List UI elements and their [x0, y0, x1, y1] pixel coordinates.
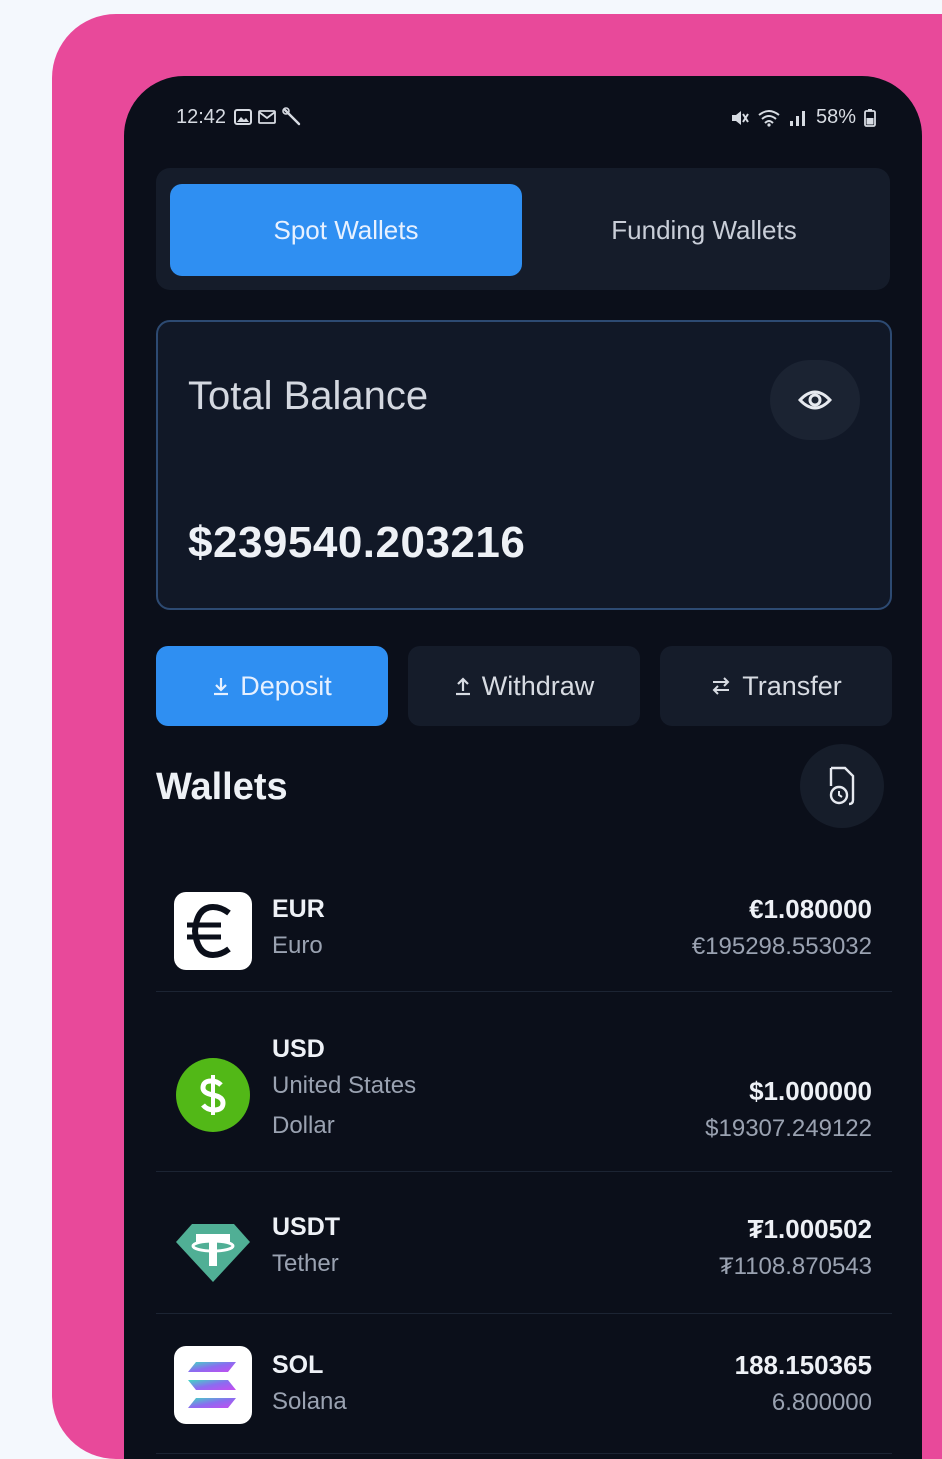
solana-icon [174, 1346, 252, 1424]
wallet-row-eur[interactable]: EUR Euro €1.080000 €195298.553032 [156, 852, 892, 992]
eye-icon [798, 390, 832, 410]
total-balance-card: Total Balance $239540.203216 [156, 320, 892, 610]
withdraw-button[interactable]: Withdraw [408, 646, 640, 726]
coin-price: $1.000000 [749, 1076, 872, 1106]
coin-name: Solana [272, 1388, 347, 1415]
coin-symbol: SOL [272, 1351, 324, 1379]
wifi-icon [758, 109, 780, 127]
total-balance-value: $239540.203216 [188, 518, 526, 567]
wallets-heading: Wallets [156, 766, 288, 808]
phone-screen: 12:42 58% Spot Wallets Funding Wallets T… [124, 76, 922, 1459]
wallet-row-usdt[interactable]: USDT Tether ₮1.000502 ₮1108.870543 [156, 1172, 892, 1314]
upload-arrow-icon [455, 677, 470, 696]
wallet-row-sol[interactable]: SOL Solana 188.150365 6.800000 [156, 1314, 892, 1454]
coin-price: ₮1.000502 [747, 1214, 872, 1244]
coin-holding: 6.800000 [771, 1389, 872, 1416]
dollar-icon [176, 1058, 250, 1132]
action-buttons: Deposit Withdraw Transfer [156, 646, 892, 726]
swap-arrows-icon [712, 677, 730, 695]
coin-price: €1.080000 [749, 894, 872, 924]
coin-name: Euro [272, 932, 323, 959]
coin-holding: ₮1108.870543 [718, 1253, 872, 1280]
coin-symbol: USDT [272, 1213, 341, 1241]
tab-funding-wallets[interactable]: Funding Wallets [528, 184, 880, 276]
coin-name: United States Dollar [272, 1072, 417, 1139]
deposit-label: Deposit [240, 670, 332, 701]
status-time: 12:42 [176, 106, 227, 128]
deposit-button[interactable]: Deposit [156, 646, 388, 726]
battery-percent: 58% [815, 106, 856, 128]
wallet-type-toggle: Spot Wallets Funding Wallets [156, 168, 890, 290]
coin-price: 188.150365 [734, 1350, 872, 1380]
coin-text: USD United States Dollar [272, 1032, 472, 1146]
transfer-button[interactable]: Transfer [660, 646, 892, 726]
transfer-label: Transfer [742, 670, 842, 701]
coin-text: SOL Solana [272, 1348, 472, 1422]
coin-values: 188.150365 6.800000 [735, 1348, 872, 1424]
coin-text: EUR Euro [272, 892, 472, 966]
gallery-icon [234, 109, 252, 125]
wallet-list: EUR Euro €1.080000 €195298.553032 USD Un… [156, 852, 892, 1454]
status-right: 58% [730, 106, 876, 129]
mail-icon [258, 110, 276, 124]
wallet-history-button[interactable] [800, 744, 884, 828]
tab-spot-wallets[interactable]: Spot Wallets [170, 184, 522, 276]
coin-symbol: USD [272, 1035, 325, 1063]
coin-text: USDT Tether [272, 1210, 472, 1284]
withdraw-label: Withdraw [481, 670, 595, 701]
status-bar: 12:42 58% [124, 76, 922, 156]
coin-symbol: EUR [272, 895, 325, 923]
download-arrow-icon [214, 678, 229, 696]
wallet-row-usd[interactable]: USD United States Dollar $1.000000 $1930… [156, 992, 892, 1172]
toggle-visibility-button[interactable] [770, 360, 860, 440]
mute-icon [731, 110, 749, 125]
coin-name: Tether [272, 1250, 339, 1277]
coin-holding: €195298.553032 [691, 933, 872, 960]
status-left-icons [234, 107, 304, 127]
coin-values: $1.000000 $19307.249122 [705, 1074, 872, 1150]
battery-icon [864, 108, 876, 127]
wrench-icon [282, 107, 301, 126]
coin-values: ₮1.000502 ₮1108.870543 [719, 1212, 872, 1288]
tether-icon [174, 1210, 252, 1288]
euro-icon [174, 892, 252, 970]
coin-holding: $19307.249122 [705, 1115, 872, 1142]
total-balance-label: Total Balance [188, 374, 429, 418]
signal-icon [789, 110, 805, 126]
coin-values: €1.080000 €195298.553032 [692, 892, 872, 968]
document-clock-icon [829, 766, 855, 806]
